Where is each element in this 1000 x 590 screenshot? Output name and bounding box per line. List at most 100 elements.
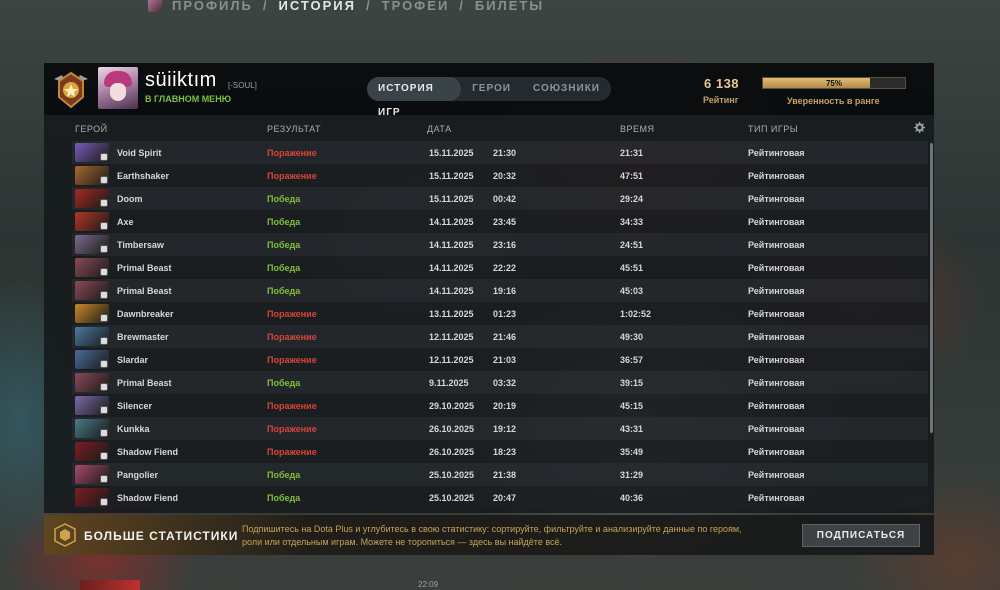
match-row[interactable]: Primal Beast Победа 14.11.2025 19:16 45:03 Ре…	[72, 279, 928, 302]
match-result: Победа	[267, 493, 301, 503]
player-guild-tag: [-SOUL]	[228, 81, 257, 90]
game-type: Рейтинговая	[748, 148, 805, 158]
game-type: Рейтинговая	[748, 286, 805, 296]
hero-name: Earthshaker	[117, 171, 170, 181]
match-row[interactable]: Doom Победа 15.11.2025 00:42 29:24 Рейтингова…	[72, 187, 928, 210]
role-badge-icon	[100, 176, 108, 184]
match-result: Поражение	[267, 447, 317, 457]
rank-medal-icon	[54, 71, 88, 109]
hero-portrait	[75, 350, 109, 369]
match-time: 20:32	[493, 171, 517, 181]
match-date: 14.11.2025	[429, 263, 474, 273]
col-header-date[interactable]: ДАТА	[427, 124, 452, 134]
match-row[interactable]: Shadow Fiend Поражение 26.10.2025 18:23 35:4…	[72, 440, 928, 463]
col-header-hero[interactable]: ГЕРОЙ	[75, 124, 108, 134]
game-type: Рейтинговая	[748, 447, 805, 457]
match-row[interactable]: Axe Победа 14.11.2025 23:45 34:33 Рейтинговая	[72, 210, 928, 233]
hero-name: Pangolier	[117, 470, 159, 480]
match-time: 21:38	[493, 470, 517, 480]
role-badge-icon	[100, 268, 108, 276]
hero-portrait	[75, 442, 109, 461]
match-duration: 45:03	[620, 286, 644, 296]
player-avatar[interactable]	[98, 67, 138, 109]
game-type: Рейтинговая	[748, 401, 805, 411]
nav-profile[interactable]: ПРОФИЛЬ	[172, 0, 253, 13]
match-result: Поражение	[267, 309, 317, 319]
match-duration: 21:31	[620, 148, 644, 158]
match-row[interactable]: Primal Beast Победа 14.11.2025 22:22 45:51 Ре…	[72, 256, 928, 279]
hero-name: Primal Beast	[117, 378, 172, 388]
subscribe-button[interactable]: ПОДПИСАТЬСЯ	[802, 524, 920, 547]
role-badge-icon	[100, 199, 108, 207]
match-row[interactable]: Dawnbreaker Поражение 13.11.2025 01:23 1:02:…	[72, 302, 928, 325]
game-type: Рейтинговая	[748, 470, 805, 480]
hero-portrait	[75, 281, 109, 300]
hero-portrait	[75, 212, 109, 231]
role-badge-icon	[100, 314, 108, 322]
match-duration: 24:51	[620, 240, 644, 250]
match-row[interactable]: Timbersaw Победа 14.11.2025 23:16 24:51 Рейти…	[72, 233, 928, 256]
match-date: 26.10.2025	[429, 447, 475, 457]
hero-portrait	[75, 465, 109, 484]
nav-separator: /	[459, 0, 465, 13]
match-result: Поражение	[267, 171, 317, 181]
hero-name: Dawnbreaker	[117, 309, 174, 319]
role-badge-icon	[100, 498, 108, 506]
match-result: Поражение	[267, 401, 317, 411]
role-badge-icon	[100, 291, 108, 299]
hero-name: Void Spirit	[117, 148, 162, 158]
match-date: 15.11.2025	[429, 148, 474, 158]
match-result: Поражение	[267, 148, 317, 158]
nav-history[interactable]: ИСТОРИЯ	[279, 0, 357, 13]
match-time: 22:22	[493, 263, 517, 273]
hero-portrait	[75, 258, 109, 277]
match-row[interactable]: Void Spirit Поражение 15.11.2025 21:30 21:31…	[72, 141, 928, 164]
profile-header: süiiktım [-SOUL] В ГЛАВНОМ МЕНЮ ИСТОРИЯ …	[44, 63, 934, 118]
dota-plus-icon	[54, 523, 76, 547]
role-badge-icon	[100, 475, 108, 483]
hero-portrait	[75, 143, 109, 162]
match-list-scrollbar[interactable]	[930, 143, 933, 433]
match-row[interactable]: Pangolier Победа 25.10.2025 21:38 31:29 Рейти…	[72, 463, 928, 486]
match-result: Поражение	[267, 424, 317, 434]
match-date: 14.11.2025	[429, 240, 474, 250]
player-name: süiiktım	[145, 69, 217, 91]
hero-portrait	[75, 488, 109, 507]
hero-portrait	[75, 235, 109, 254]
tab-match-history[interactable]: ИСТОРИЯ ИГР	[367, 77, 462, 118]
game-type: Рейтинговая	[748, 378, 805, 388]
match-time: 19:16	[493, 286, 517, 296]
match-duration: 45:15	[620, 401, 644, 411]
match-row[interactable]: Shadow Fiend Победа 25.10.2025 20:47 40:36 Ре…	[72, 486, 928, 509]
tab-allies[interactable]: СОЮЗНИКИ	[522, 77, 611, 101]
table-header: ГЕРОЙ РЕЗУЛЬТАТ ДАТА ВРЕМЯ ТИП ИГРЫ	[44, 115, 934, 141]
dota-plus-promo: БОЛЬШЕ СТАТИСТИКИ Подпишитесь на Dota Pl…	[44, 515, 934, 555]
match-date: 15.11.2025	[429, 194, 474, 204]
match-row[interactable]: Silencer Поражение 29.10.2025 20:19 45:15 Рей…	[72, 394, 928, 417]
promo-text: Подпишитесь на Dota Plus и углубитесь в …	[242, 524, 742, 547]
match-row[interactable]: Slardar Поражение 12.11.2025 21:03 36:57 Рейт…	[72, 348, 928, 371]
nav-avatar[interactable]	[148, 0, 162, 12]
match-duration: 35:49	[620, 447, 644, 457]
hero-portrait	[75, 373, 109, 392]
match-time: 00:42	[493, 194, 517, 204]
match-result: Победа	[267, 240, 301, 250]
hero-name: Axe	[117, 217, 134, 227]
match-row[interactable]: Primal Beast Победа 9.11.2025 03:32 39:15 Рей…	[72, 371, 928, 394]
match-row[interactable]: Kunkka Поражение 26.10.2025 19:12 43:31 Рейти…	[72, 417, 928, 440]
game-type: Рейтинговая	[748, 263, 805, 273]
nav-tickets[interactable]: БИЛЕТЫ	[475, 0, 544, 13]
match-date: 9.11.2025	[429, 378, 469, 388]
role-badge-icon	[100, 406, 108, 414]
tab-heroes[interactable]: ГЕРОИ	[461, 77, 522, 101]
match-row[interactable]: Earthshaker Поражение 15.11.2025 20:32 47:51…	[72, 164, 928, 187]
match-row[interactable]: Brewmaster Поражение 12.11.2025 21:46 49:30 Р…	[72, 325, 928, 348]
col-header-game-type[interactable]: ТИП ИГРЫ	[748, 124, 798, 134]
nav-trophies[interactable]: ТРОФЕИ	[382, 0, 450, 13]
col-header-result[interactable]: РЕЗУЛЬТАТ	[267, 124, 321, 134]
match-date: 14.11.2025	[429, 286, 474, 296]
col-header-duration[interactable]: ВРЕМЯ	[620, 124, 655, 134]
match-time: 03:32	[493, 378, 517, 388]
match-date: 12.11.2025	[429, 355, 474, 365]
gear-icon[interactable]	[912, 121, 926, 135]
